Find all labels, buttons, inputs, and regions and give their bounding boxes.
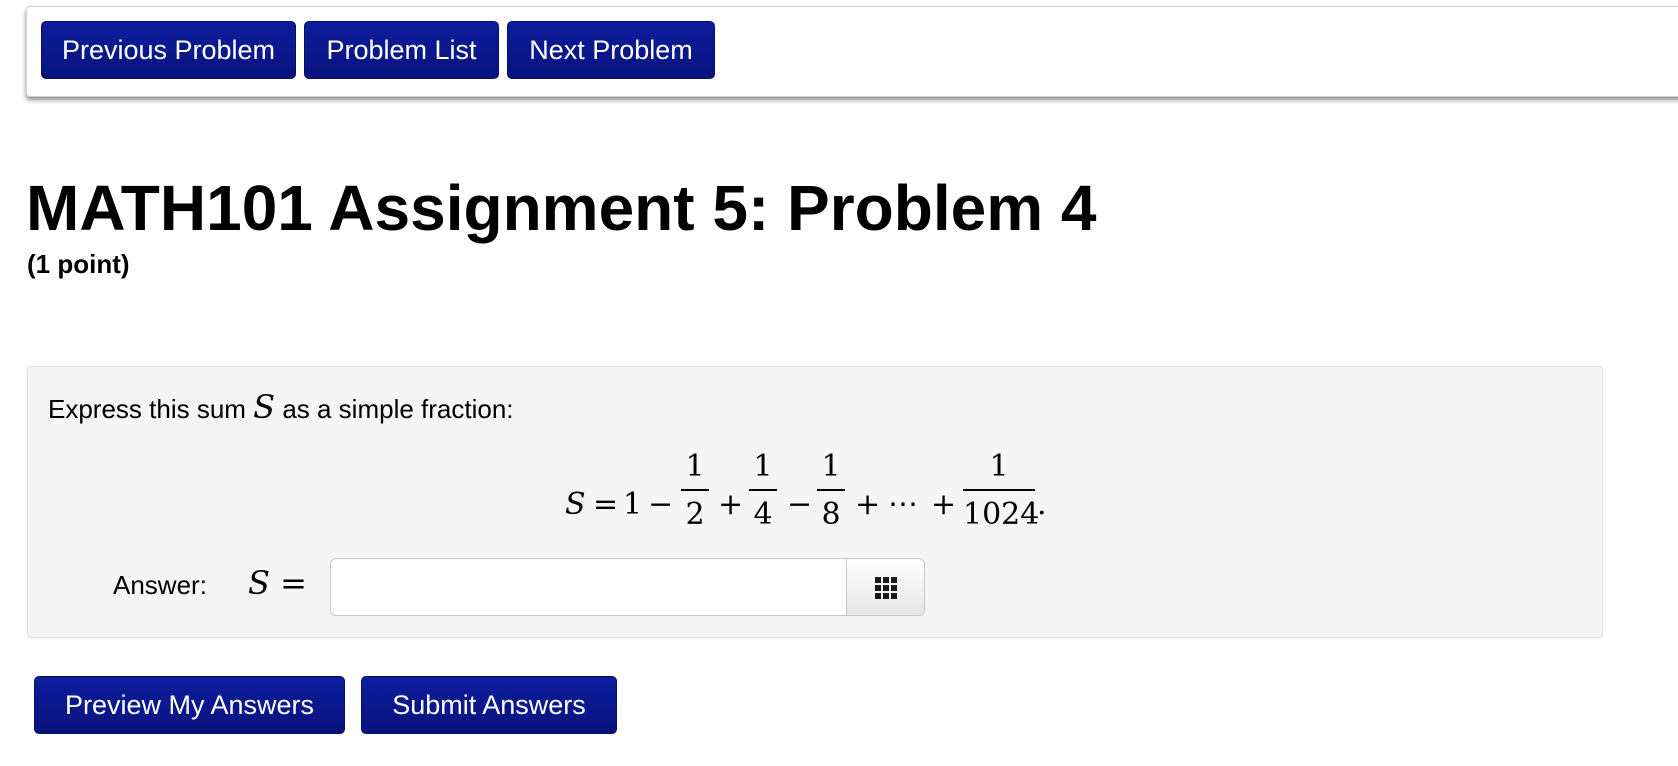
submit-answers-button[interactable]: Submit Answers xyxy=(361,676,617,734)
fraction-denominator: 4 xyxy=(753,497,773,532)
fraction-bar xyxy=(963,489,1035,491)
fraction-bar xyxy=(681,489,709,491)
equation-operator: + xyxy=(931,487,957,522)
equation-operator: + xyxy=(855,487,881,522)
fraction-one-quarter: 1 4 xyxy=(749,449,777,533)
equation-operator: + xyxy=(718,487,744,522)
statement-variable: S xyxy=(253,388,276,426)
fraction-bar xyxy=(817,489,845,491)
equation-ellipsis: ⋯ xyxy=(888,487,918,522)
answer-variable: S = xyxy=(248,564,307,602)
equation-period: . xyxy=(1037,487,1047,522)
equation-editor-button[interactable] xyxy=(846,558,925,616)
fraction-one-half: 1 2 xyxy=(681,449,709,533)
fraction-bar xyxy=(749,489,777,491)
fraction-denominator: 2 xyxy=(685,497,705,532)
page-title: MATH101 Assignment 5: Problem 4 xyxy=(26,172,1097,244)
equation-first-term: 1 xyxy=(623,487,643,522)
fraction-one-over-1024: 1 1024 xyxy=(963,449,1040,533)
answer-variable-symbol: S xyxy=(248,564,270,602)
fraction-denominator: 1024 xyxy=(963,497,1040,532)
preview-answers-button[interactable]: Preview My Answers xyxy=(34,676,345,734)
next-problem-button[interactable]: Next Problem xyxy=(507,21,715,79)
fraction-denominator: 8 xyxy=(821,497,841,532)
statement-text-before: Express this sum xyxy=(48,394,254,424)
problem-statement: Express this sum S as a simple fraction: xyxy=(48,389,514,427)
problem-navigation-bar: Previous Problem Problem List Next Probl… xyxy=(26,6,1678,97)
fraction-numerator: 1 xyxy=(685,449,705,484)
equation-operator: − xyxy=(787,487,813,522)
fraction-numerator: 1 xyxy=(753,449,773,484)
problem-points: (1 point) xyxy=(27,249,130,279)
problem-list-button[interactable]: Problem List xyxy=(304,21,499,79)
equation-equals: = xyxy=(593,487,619,522)
previous-problem-button[interactable]: Previous Problem xyxy=(41,21,296,79)
answer-input[interactable] xyxy=(330,558,850,616)
grid-icon xyxy=(875,577,897,599)
fraction-one-eighth: 1 8 xyxy=(817,449,845,533)
problem-body: Express this sum S as a simple fraction:… xyxy=(27,366,1603,638)
fraction-numerator: 1 xyxy=(989,449,1009,484)
fraction-numerator: 1 xyxy=(821,449,841,484)
equation-lhs: S xyxy=(565,487,586,522)
statement-text-after: as a simple fraction: xyxy=(275,394,514,424)
equation-operator: − xyxy=(648,487,674,522)
answer-label: Answer: xyxy=(113,570,207,600)
